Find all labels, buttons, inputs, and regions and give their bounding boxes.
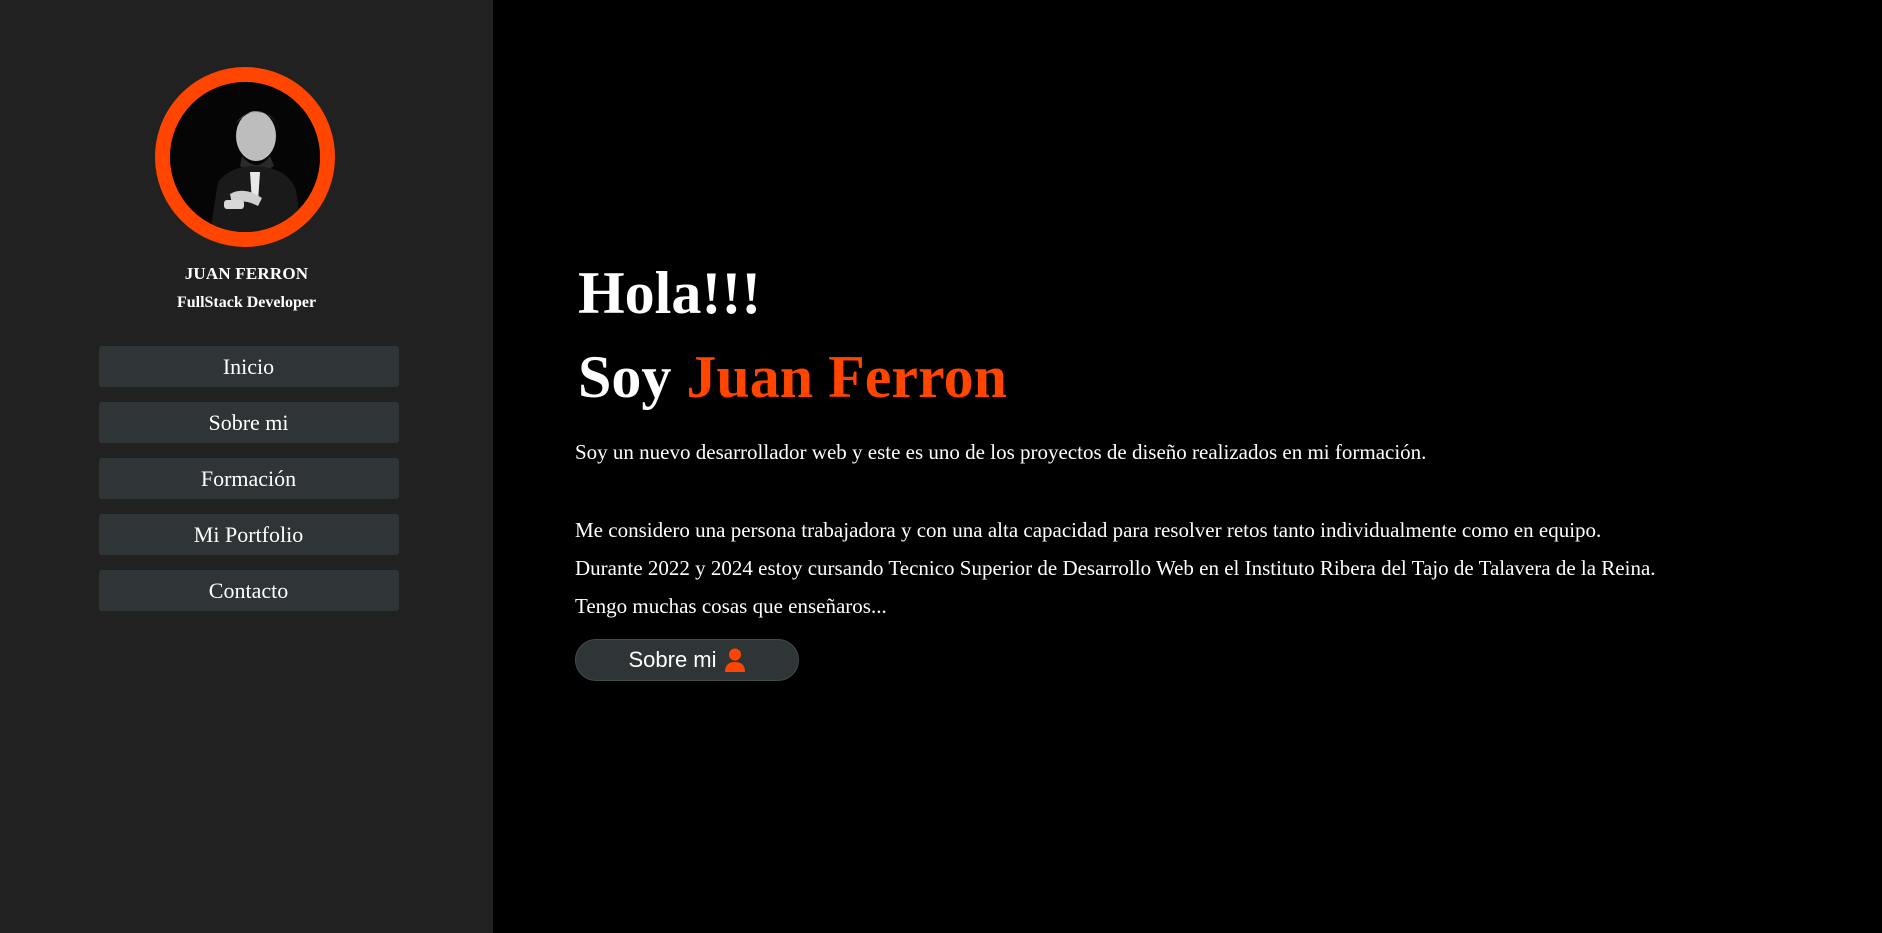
nav-item-mi-portfolio[interactable]: Mi Portfolio xyxy=(98,514,399,555)
about-button-label: Sobre mi xyxy=(628,647,717,672)
nav-item-formacion[interactable]: Formación xyxy=(98,458,399,499)
nav-item-inicio[interactable]: Inicio xyxy=(98,346,399,387)
greeting-heading: Hola!!! xyxy=(578,260,762,326)
user-icon xyxy=(724,648,746,672)
sidebar-nav: Inicio Sobre mi Formación Mi Portfolio C… xyxy=(98,346,399,611)
intro-text: Soy un nuevo desarrollador web y este es… xyxy=(575,440,1427,464)
paragraph-line: Durante 2022 y 2024 estoy cursando Tecni… xyxy=(575,556,1656,580)
profile-role: FullStack Developer xyxy=(176,294,317,311)
nav-item-contacto[interactable]: Contacto xyxy=(98,570,399,611)
profile-photo xyxy=(170,82,320,232)
page: JUAN FERRON FullStack Developer Inicio S… xyxy=(0,0,1882,933)
paragraph-line: Tengo muchas cosas que enseñaros... xyxy=(575,594,887,618)
name-prefix: Soy xyxy=(578,344,672,410)
hero: Hola!!! Soy Juan Ferron Soy un nuevo des… xyxy=(575,258,1656,681)
name-heading: Soy Juan Ferron xyxy=(578,342,1656,412)
about-paragraph: Me considero una persona trabajadora y c… xyxy=(575,511,1656,625)
about-button[interactable]: Sobre mi xyxy=(575,639,799,681)
avatar xyxy=(155,67,335,247)
name-highlight: Juan Ferron xyxy=(686,344,1007,410)
paragraph-line: Me considero una persona trabajadora y c… xyxy=(575,518,1602,542)
profile-name: JUAN FERRON xyxy=(184,264,309,283)
nav-item-sobre-mi[interactable]: Sobre mi xyxy=(98,402,399,443)
main-content: Hola!!! Soy Juan Ferron Soy un nuevo des… xyxy=(493,0,1882,933)
sidebar: JUAN FERRON FullStack Developer Inicio S… xyxy=(0,0,493,933)
